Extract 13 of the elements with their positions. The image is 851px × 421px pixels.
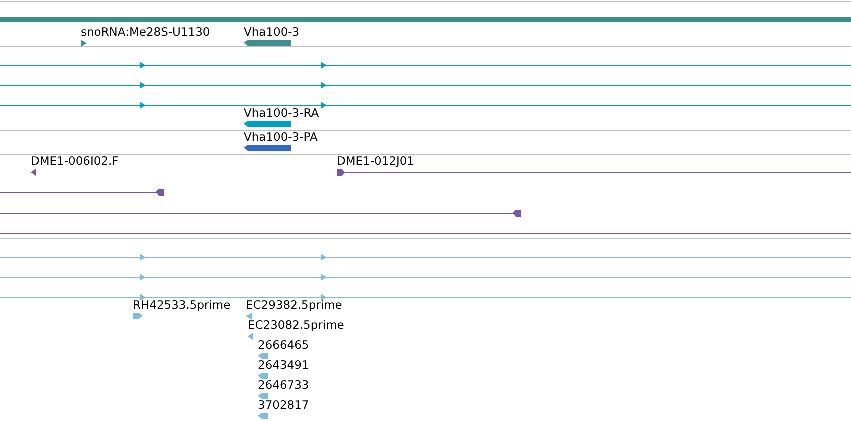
feature-label: EC29382.5prime (246, 299, 342, 312)
feature-label: 2646733 (258, 379, 310, 392)
feature-label: DME1-012J01 (337, 155, 414, 168)
feature-label: 2643491 (258, 359, 310, 372)
feature-label: Vha100-3 (244, 26, 300, 39)
feature-label: 3702817 (258, 399, 310, 412)
feature-label: 2666465 (258, 339, 310, 352)
feature-label: snoRNA:Me28S-U1130 (81, 26, 210, 39)
feature-label: EC23082.5prime (248, 319, 344, 332)
feature-label: Vha100-3-PA (244, 131, 318, 144)
feature-label: DME1-006I02.F (31, 155, 119, 168)
feature-label: Vha100-3-RA (244, 107, 320, 120)
feature-label: RH42533.5prime (133, 299, 231, 312)
